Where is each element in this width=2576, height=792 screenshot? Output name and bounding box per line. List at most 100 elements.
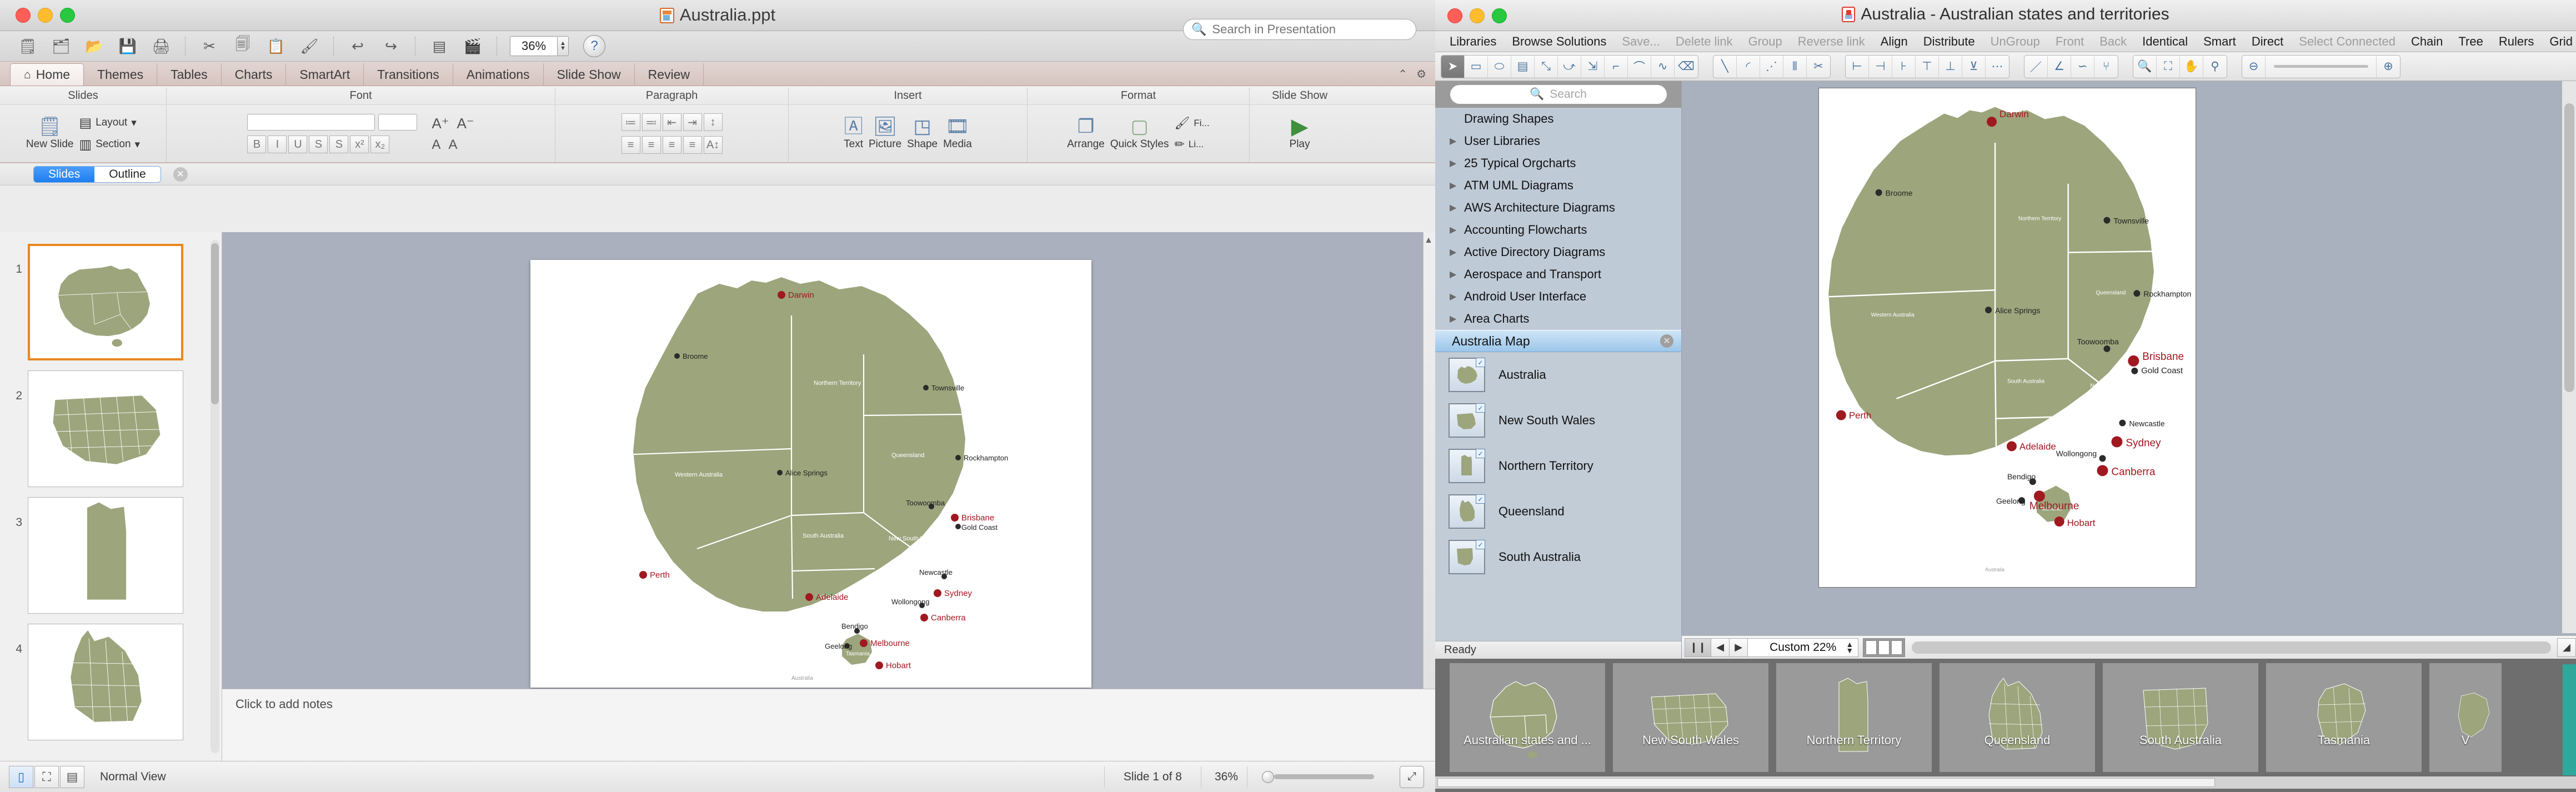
align-right-icon[interactable]: ⊦: [1892, 55, 1916, 78]
slide-thumbnail-row[interactable]: 2: [0, 365, 222, 492]
italic-button[interactable]: I: [268, 136, 287, 153]
prev-page-icon[interactable]: ◀: [1711, 638, 1730, 657]
slide-thumbnail-1[interactable]: [28, 244, 183, 360]
library-shape-list[interactable]: ✓ Australia ✓ New South Wales ✓ Northern…: [1435, 352, 1681, 641]
insert-media-icon[interactable]: 🎬: [457, 33, 488, 59]
chevron-right-icon[interactable]: ▶: [1450, 247, 1461, 258]
library-category-list[interactable]: Drawing Shapes ▶ User Libraries ▶ 25 Typic…: [1435, 108, 1681, 330]
slide-thumbnail-2[interactable]: [28, 370, 183, 487]
thumbnail-strip-scrollbar[interactable]: [1435, 776, 2576, 789]
tab-transitions[interactable]: Transitions: [364, 63, 453, 86]
font-name-input[interactable]: [247, 114, 375, 131]
zoom-value[interactable]: 36%: [510, 36, 558, 56]
numbering-icon[interactable]: ≕: [642, 113, 661, 131]
tab-outline[interactable]: Outline: [94, 166, 161, 182]
tab-review[interactable]: Review: [635, 63, 704, 86]
document-thumbnail-sa[interactable]: South Australia: [2103, 663, 2258, 772]
menu-smart[interactable]: Smart: [2196, 34, 2244, 49]
document-thumbnail-tas[interactable]: Tasmania: [2266, 663, 2422, 772]
table-icon[interactable]: ▤: [1511, 55, 1535, 78]
new-document-icon[interactable]: 🗒: [12, 33, 43, 59]
menu-libraries[interactable]: Libraries: [1442, 34, 1504, 49]
shape-thumbnail[interactable]: ✓: [1449, 494, 1485, 529]
highlight-icon[interactable]: A: [448, 137, 457, 153]
grow-font-icon[interactable]: A⁺: [432, 115, 449, 132]
bold-button[interactable]: B: [247, 136, 267, 153]
delete-connector-icon[interactable]: ⌫: [1675, 56, 1698, 78]
page-view-1[interactable]: [1866, 640, 1877, 655]
ribbon-options[interactable]: ⌃ ⚙: [1398, 67, 1426, 81]
checkbox-icon[interactable]: ✓: [1476, 358, 1485, 367]
ribbon-collapse-icon[interactable]: ⌃: [1398, 67, 1407, 81]
slides-outline-toggle[interactable]: Slides Outline: [33, 166, 161, 183]
open-library-header[interactable]: Australia Map ✕: [1435, 330, 1681, 352]
menu-chain[interactable]: Chain: [2403, 34, 2450, 49]
ellipse-icon[interactable]: ⬭: [1488, 55, 1511, 78]
page-view-2[interactable]: [1878, 640, 1890, 655]
insert-picture-button[interactable]: 🖼 Picture: [869, 117, 901, 151]
menu-align[interactable]: Align: [1873, 34, 1916, 49]
tab-slides[interactable]: Slides: [34, 166, 95, 182]
search-input[interactable]: [1212, 22, 1408, 37]
zoom-slider-knob[interactable]: [1262, 770, 1274, 783]
open-folder-icon[interactable]: 📂: [79, 33, 110, 59]
save-icon[interactable]: 💾: [112, 33, 143, 59]
distribute-h-icon[interactable]: ⋯: [1986, 56, 2009, 78]
zoom-in-icon[interactable]: 🔍: [2133, 55, 2157, 78]
section-button[interactable]: ▥ Section ▾: [79, 137, 140, 153]
slide-panel-scrollbar[interactable]: [211, 240, 219, 753]
curved-link-icon[interactable]: ∽: [2071, 55, 2094, 78]
checkbox-icon[interactable]: ✓: [1476, 494, 1485, 504]
menu-grid[interactable]: Grid: [2542, 34, 2576, 49]
scroll-up-icon[interactable]: ▲: [1424, 235, 1433, 245]
shape-thumbnail[interactable]: ✓: [1449, 540, 1485, 574]
superscript-button[interactable]: x²: [350, 136, 369, 153]
new-slide-button[interactable]: 🗒 New Slide: [26, 117, 74, 151]
search-box[interactable]: 🔍: [1183, 19, 1416, 40]
template-icon[interactable]: 🗂: [46, 33, 77, 59]
insert-text-button[interactable]: 🄰 Text: [844, 117, 863, 151]
zoom-stepper[interactable]: ▲ ▼: [558, 36, 569, 56]
conceptdraw-page[interactable]: Western Australia Northern Territory Que…: [1818, 88, 2196, 588]
fill-button[interactable]: 🖌 Fi...: [1174, 116, 1209, 131]
tab-slideshow[interactable]: Slide Show: [544, 63, 635, 86]
library-item-accounting-flowcharts[interactable]: ▶ Accounting Flowcharts: [1435, 219, 1681, 241]
rectangle-icon[interactable]: ▭: [1465, 55, 1488, 78]
copy-icon[interactable]: 🗐: [227, 33, 258, 59]
tab-smartart[interactable]: SmartArt: [286, 63, 364, 86]
shape-item-south-australia[interactable]: ✓ South Australia: [1435, 534, 1681, 580]
zoom-slider[interactable]: [2266, 55, 2377, 78]
library-item-active-directory-diagrams[interactable]: ▶ Active Directory Diagrams: [1435, 241, 1681, 263]
tab-themes[interactable]: Themes: [84, 63, 158, 86]
checkbox-icon[interactable]: ✓: [1476, 540, 1485, 549]
document-thumbnail-qld[interactable]: Queensland: [1939, 663, 2095, 772]
polyline-icon[interactable]: ⋰: [1760, 55, 1783, 78]
slide-thumbnail-row[interactable]: 1: [0, 239, 222, 365]
help-icon[interactable]: ?: [583, 35, 605, 57]
shrink-font-icon[interactable]: A⁻: [457, 115, 474, 132]
fit-to-window-button[interactable]: ⤢: [1400, 765, 1424, 788]
chevron-right-icon[interactable]: ▶: [1450, 224, 1461, 235]
curved-connector-icon[interactable]: ⤻: [1558, 55, 1581, 78]
shadow-button[interactable]: S: [329, 136, 349, 153]
ribbon-settings-icon[interactable]: ⚙: [1416, 67, 1426, 81]
document-thumbnail-nsw[interactable]: New South Wales: [1613, 663, 1768, 772]
tab-home[interactable]: ⌂ Home: [10, 63, 84, 86]
arrange-button[interactable]: ❐ Arrange: [1067, 117, 1105, 151]
page-view-3[interactable]: [1891, 640, 1903, 655]
shape-thumbnail[interactable]: ✓: [1449, 403, 1485, 438]
menu-browse-solutions[interactable]: Browse Solutions: [1504, 34, 1614, 49]
subscript-button[interactable]: x₂: [370, 136, 390, 153]
print-icon[interactable]: 🖨: [146, 33, 177, 59]
document-thumbnail-australia[interactable]: Australian states and ...: [1450, 663, 1605, 772]
menu-direct[interactable]: Direct: [2244, 34, 2291, 49]
increase-indent-icon[interactable]: ⇥: [683, 113, 702, 131]
checkbox-icon[interactable]: ✓: [1476, 403, 1485, 413]
pause-button[interactable]: ❙❙: [1685, 638, 1712, 657]
shape-item-australia[interactable]: ✓ Australia: [1435, 352, 1681, 398]
quick-styles-button[interactable]: ▢ Quick Styles: [1110, 117, 1169, 151]
line-button[interactable]: ✏ Li...: [1174, 137, 1209, 152]
menu-rulers[interactable]: Rulers: [2491, 34, 2542, 49]
close-panel-icon[interactable]: ✕: [173, 167, 188, 182]
tool-group-zoom-slider[interactable]: ⊖ ⊕: [2242, 54, 2400, 78]
